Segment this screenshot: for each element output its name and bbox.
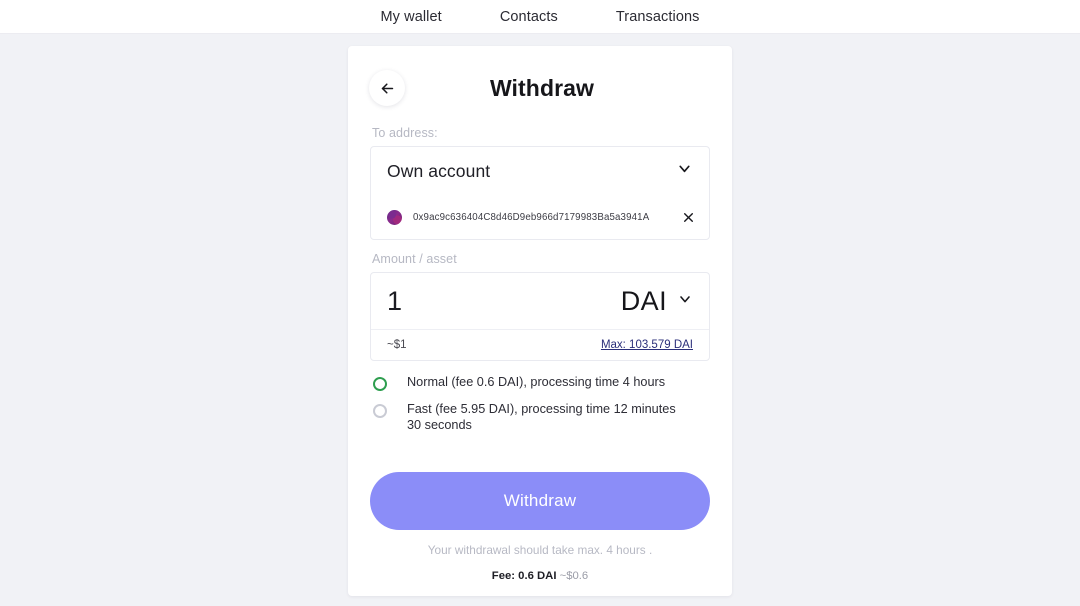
blockie-avatar-icon [387, 209, 402, 225]
to-address-label: To address: [372, 126, 438, 140]
speed-option-fast[interactable]: Fast (fee 5.95 DAI), processing time 12 … [370, 402, 710, 434]
fee-amount: Fee: 0.6 DAI [491, 570, 557, 582]
card-header: Withdraw [369, 62, 710, 114]
asset-name: DAI [620, 285, 667, 316]
withdraw-card: Withdraw To address: Own account 0x9ac9c… [348, 46, 732, 596]
back-button[interactable] [369, 70, 405, 106]
radio-fast-icon[interactable] [373, 404, 387, 418]
submit-section: Withdraw Your withdrawal should take max… [370, 472, 710, 582]
asset-select[interactable]: DAI [621, 286, 693, 317]
withdraw-note: Your withdrawal should take max. 4 hours… [427, 543, 653, 557]
account-source-select[interactable]: Own account [371, 147, 709, 195]
clear-address-button[interactable] [682, 211, 695, 224]
speed-option-fast-label: Fast (fee 5.95 DAI), processing time 12 … [407, 402, 676, 432]
to-address-box: Own account 0x9ac9c636404C8d46D9eb966d71… [370, 146, 710, 240]
fee-summary: Fee: 0.6 DAI ~$0.6 [370, 570, 710, 582]
selected-address-row: 0x9ac9c636404C8d46D9eb966d7179983Ba5a394… [371, 195, 709, 239]
amount-label: Amount / asset [372, 252, 457, 266]
usd-equivalent: ~$1 [387, 339, 407, 351]
arrow-left-icon [379, 80, 396, 97]
nav-item-transactions[interactable]: Transactions [616, 9, 700, 25]
speed-option-normal-label: Normal (fee 0.6 DAI), processing time 4 … [407, 375, 666, 389]
nav-item-my-wallet[interactable]: My wallet [380, 9, 441, 25]
amount-input-row: DAI [371, 273, 709, 330]
top-navigation-bar: My wallet Contacts Transactions [0, 0, 1080, 34]
speed-option-normal[interactable]: Normal (fee 0.6 DAI), processing time 4 … [370, 375, 710, 391]
page-body: Withdraw To address: Own account 0x9ac9c… [0, 34, 1080, 606]
fee-approx-usd: ~$0.6 [559, 570, 589, 582]
withdraw-button[interactable]: Withdraw [370, 472, 710, 530]
amount-box: DAI ~$1 Max: 103.579 DAI [370, 272, 710, 361]
amount-meta-row: ~$1 Max: 103.579 DAI [371, 330, 709, 360]
speed-options-group: Normal (fee 0.6 DAI), processing time 4 … [370, 375, 710, 434]
recipient-address: 0x9ac9c636404C8d46D9eb966d7179983Ba5a394… [413, 211, 650, 223]
chevron-down-icon [676, 160, 693, 182]
amount-input[interactable] [387, 285, 537, 317]
page-title: Withdraw [489, 74, 595, 101]
max-amount-link[interactable]: Max: 103.579 DAI [601, 339, 693, 351]
chevron-down-icon [677, 291, 693, 312]
radio-normal-icon[interactable] [373, 377, 387, 391]
nav-item-contacts[interactable]: Contacts [500, 9, 558, 25]
account-source-value: Own account [387, 160, 491, 181]
